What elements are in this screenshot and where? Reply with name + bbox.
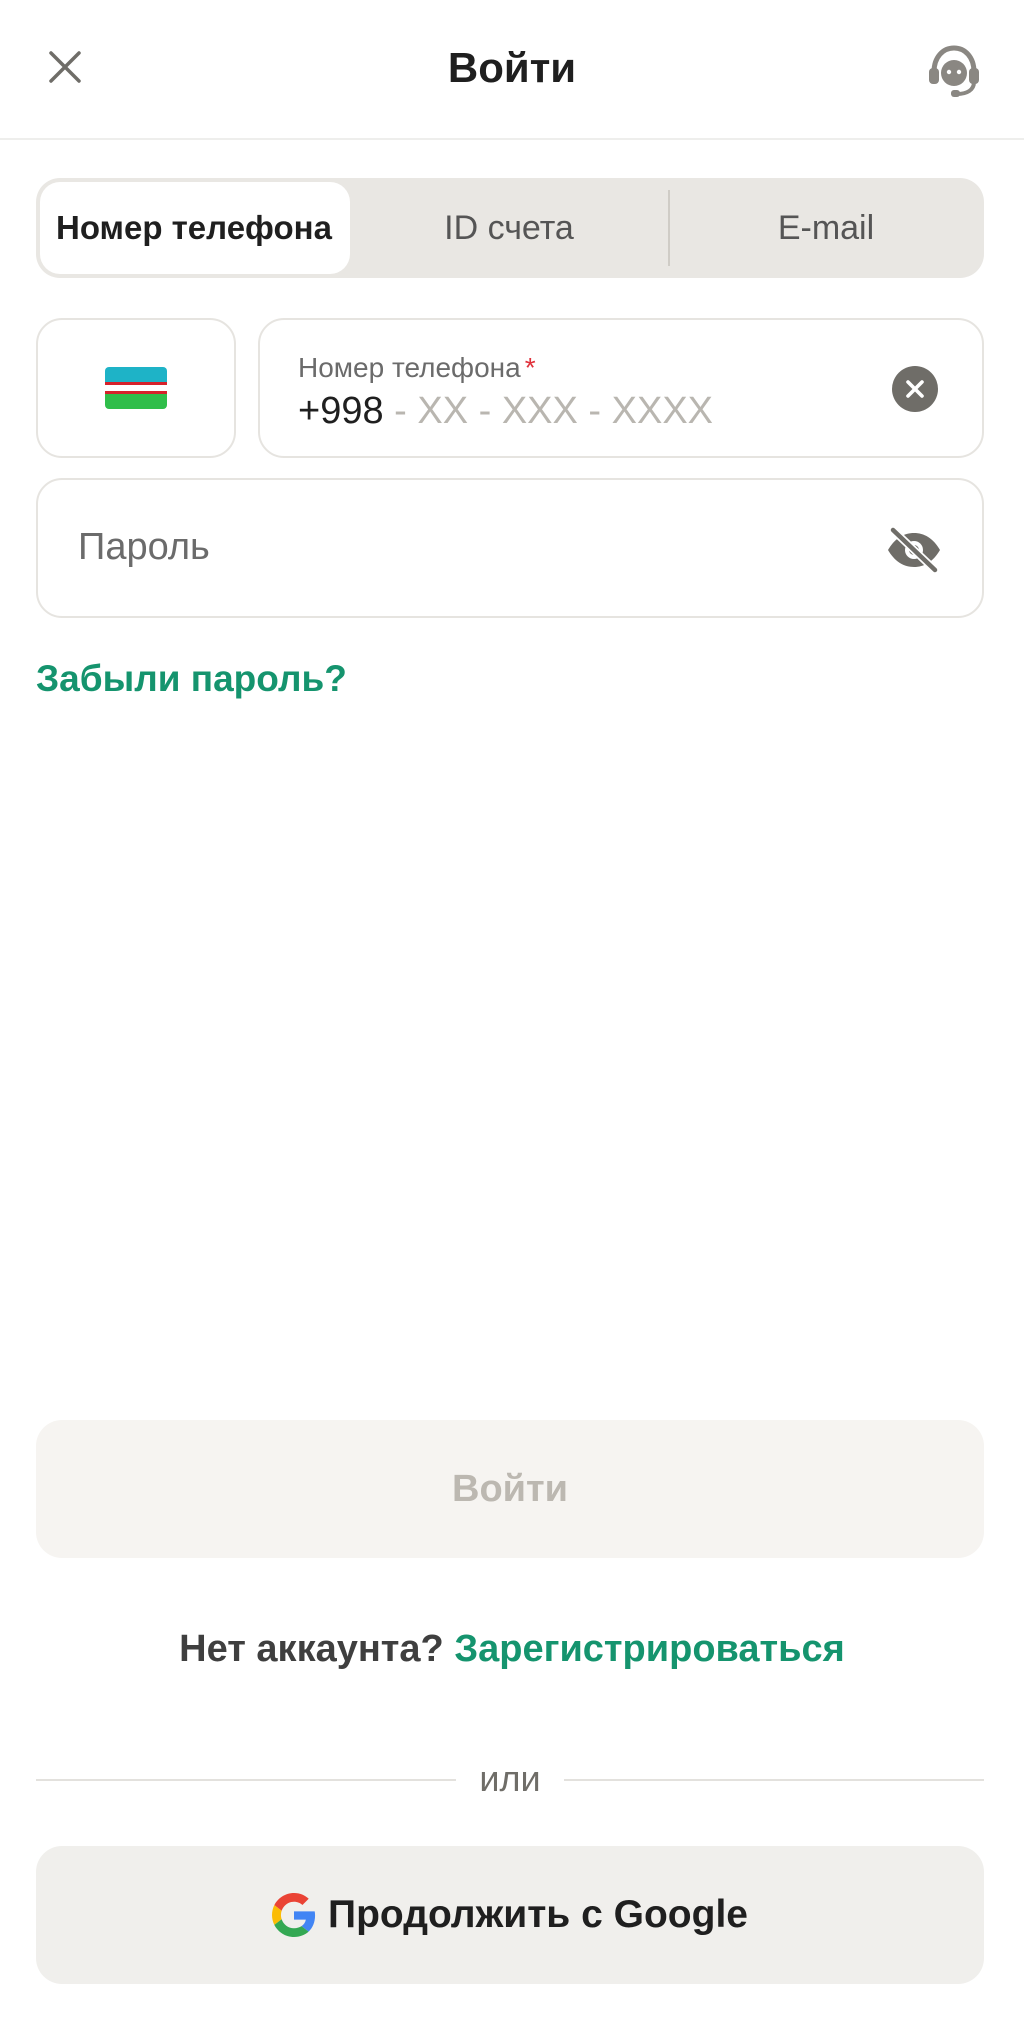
phone-number-field[interactable]: Номер телефона * +998 - XX - XXX - XXXX <box>258 318 984 458</box>
support-button[interactable] <box>922 40 986 100</box>
google-button-label: Продолжить с Google <box>328 1893 748 1936</box>
country-code: +998 <box>298 390 384 432</box>
or-text: или <box>479 1758 541 1799</box>
google-signin-button[interactable]: Продолжить с Google <box>36 1846 984 1984</box>
tab-phone[interactable]: Номер телефона <box>40 182 350 274</box>
headset-icon <box>929 45 979 97</box>
header-bar: Войти <box>0 0 1024 140</box>
tab-email[interactable]: E-mail <box>670 182 982 274</box>
forgot-password-link[interactable]: Забыли пароль? <box>36 658 347 700</box>
required-mark: * <box>524 352 536 383</box>
phone-number-input[interactable]: +998 - XX - XXX - XXXX <box>298 390 713 433</box>
phone-field-label: Номер телефона * <box>298 352 536 383</box>
google-icon <box>272 1893 316 1937</box>
tab-account-id[interactable]: ID счета <box>352 182 666 274</box>
clear-button[interactable] <box>892 366 938 412</box>
login-method-tabs: Номер телефона ID счета E-mail <box>36 178 984 278</box>
register-link[interactable]: Зарегистрироваться <box>454 1628 844 1670</box>
country-selector[interactable] <box>36 318 236 458</box>
login-button[interactable]: Войти <box>36 1420 984 1558</box>
eye-off-icon <box>888 526 940 574</box>
phone-mask: - XX - XXX - XXXX <box>383 390 714 432</box>
divider-line-right <box>564 1779 984 1781</box>
toggle-password-visibility[interactable] <box>884 522 944 578</box>
divider-line-left <box>36 1779 456 1781</box>
close-circle-icon <box>906 380 924 398</box>
no-account-text: Нет аккаунта? <box>179 1628 444 1670</box>
page-title: Войти <box>447 44 577 91</box>
uzbekistan-flag-icon <box>105 367 167 409</box>
password-input[interactable]: Пароль <box>78 526 210 569</box>
signup-prompt: Нет аккаунта? Зарегистрироваться <box>0 1624 1024 1674</box>
password-field[interactable]: Пароль <box>36 478 984 618</box>
or-divider: или <box>36 1752 984 1808</box>
